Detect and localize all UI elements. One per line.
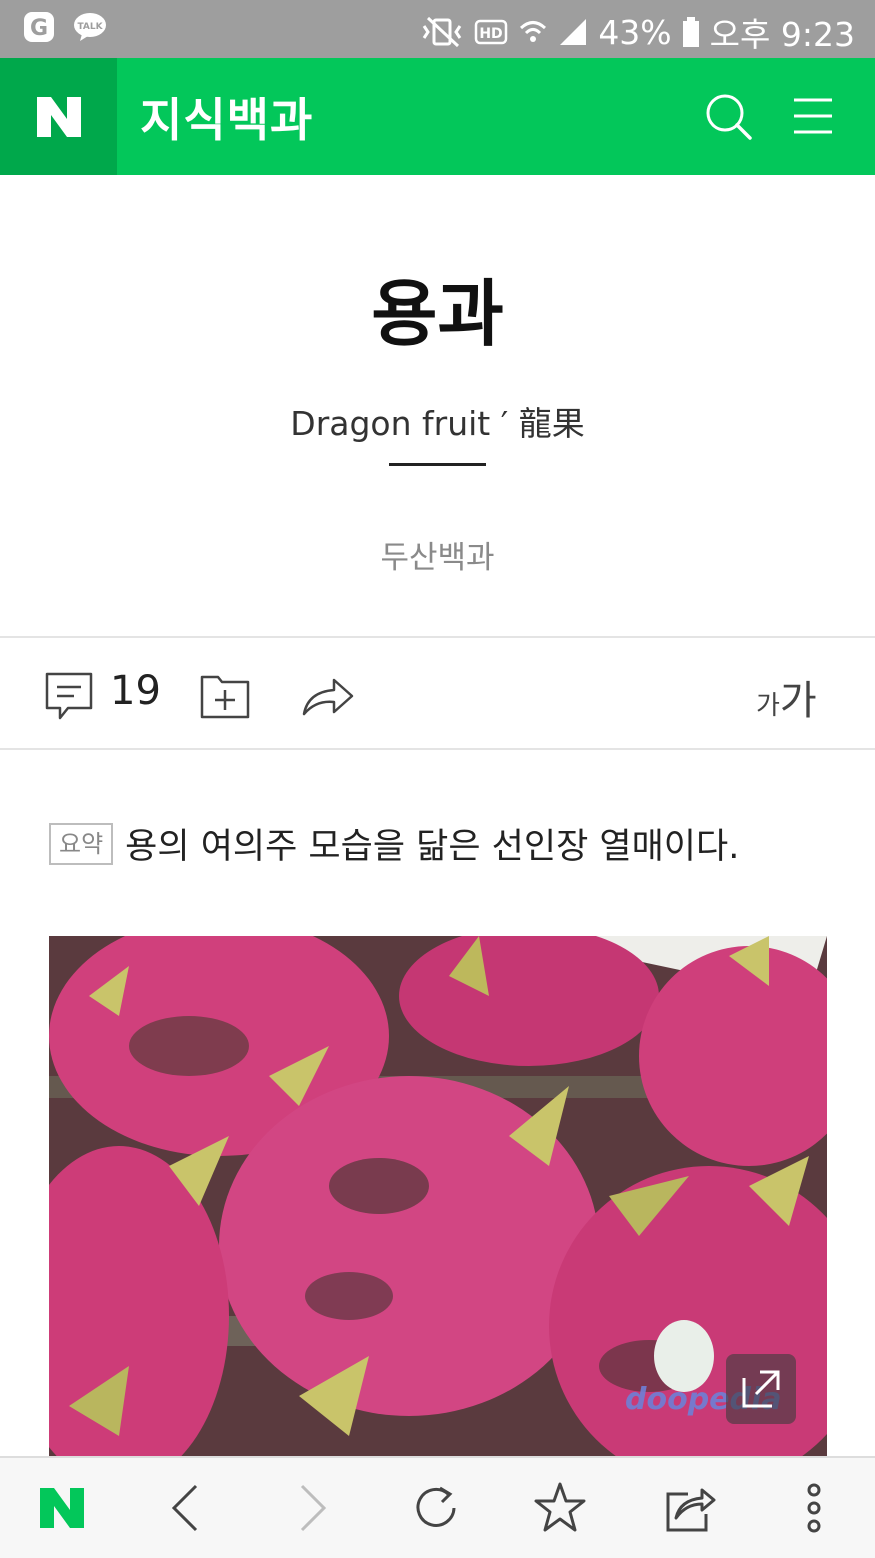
naver-logo[interactable]	[0, 58, 117, 175]
app-bar: 지식백과	[0, 58, 875, 175]
back-icon[interactable]	[158, 1480, 214, 1536]
svg-text:TALK: TALK	[77, 22, 103, 32]
svg-text:G: G	[30, 16, 48, 41]
hd-icon: HD	[475, 19, 508, 45]
comment-icon[interactable]	[44, 671, 96, 723]
battery-percent: 43%	[598, 12, 672, 52]
font-size-button[interactable]: 가가	[756, 668, 817, 726]
naver-home-icon[interactable]	[34, 1480, 90, 1536]
font-size-small-label: 가	[756, 691, 780, 721]
divider	[0, 636, 875, 638]
divider	[0, 748, 875, 750]
clock: 오후 9:23	[709, 15, 855, 54]
title-divider	[389, 463, 486, 466]
status-right: HD 43% 오후 9:23	[420, 8, 855, 56]
browser-bottom-bar	[0, 1456, 875, 1558]
kakaotalk-icon: TALK	[74, 13, 106, 41]
status-left: G TALK	[22, 10, 108, 44]
comment-count[interactable]: 19	[110, 668, 161, 714]
share-icon[interactable]	[662, 1480, 718, 1536]
article-toolbar: 19 가가	[0, 640, 875, 748]
battery-icon	[682, 17, 699, 47]
article-subtitle: Dragon fruit ′ 龍果	[290, 404, 585, 443]
dragon-fruit-photo	[49, 936, 827, 1456]
article-image[interactable]: doopedia	[49, 936, 827, 1456]
save-folder-icon[interactable]	[200, 672, 252, 720]
kakao-g-icon: G	[24, 12, 54, 42]
expand-icon	[742, 1370, 780, 1408]
article-title: 용과	[371, 272, 504, 356]
wifi-icon	[520, 21, 547, 42]
more-vertical-icon[interactable]	[786, 1480, 842, 1536]
forward-icon[interactable]	[284, 1480, 340, 1536]
signal-icon	[560, 19, 587, 45]
status-bar: G TALK HD 43% 오후 9:23	[0, 0, 875, 58]
naver-n-icon	[36, 96, 81, 137]
image-expand-button[interactable]	[726, 1354, 796, 1424]
share-arrow-icon[interactable]	[300, 674, 356, 718]
summary-tag: 요약	[49, 822, 114, 865]
app-title[interactable]: 지식백과	[140, 84, 313, 150]
reload-icon[interactable]	[408, 1480, 464, 1536]
summary-text: 용의 여의주 모습을 닮은 선인장 열매이다.	[125, 827, 740, 867]
menu-icon[interactable]	[786, 94, 840, 138]
bookmark-star-icon[interactable]	[532, 1480, 588, 1536]
font-size-large-label: 가	[779, 678, 817, 724]
article-source[interactable]: 두산백과	[0, 532, 875, 577]
search-icon[interactable]	[700, 88, 758, 146]
summary: 요약 용의 여의주 모습을 닮은 선인장 열매이다.	[49, 818, 739, 869]
svg-text:HD: HD	[480, 26, 503, 42]
vibrate-icon	[423, 16, 462, 48]
